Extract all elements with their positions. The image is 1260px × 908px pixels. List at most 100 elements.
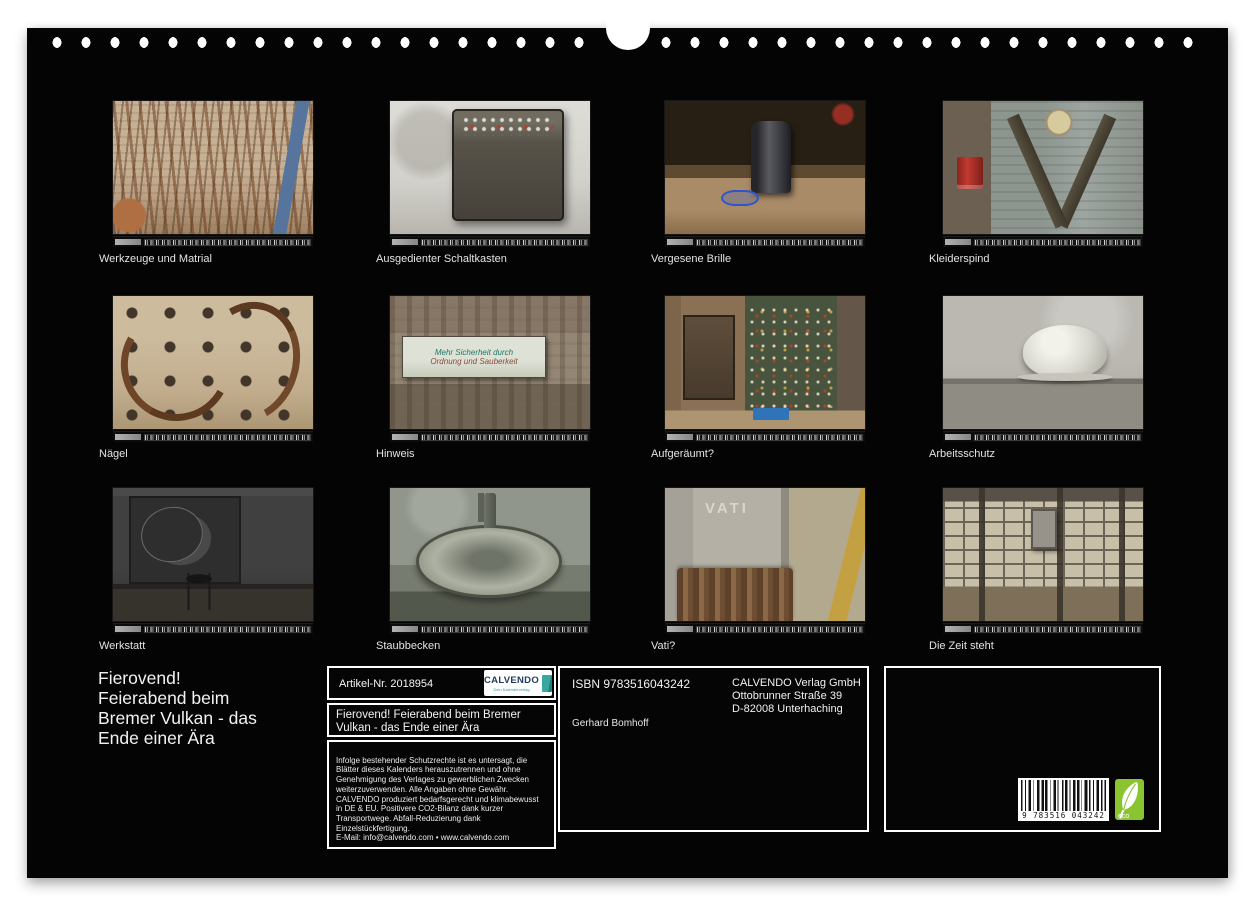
- thumbnail-caption: Werkstatt: [99, 640, 146, 652]
- calvendo-logo: CALVENDO Dein Kalenderverlag: [484, 670, 552, 696]
- thumbnail-photo-naegel: [113, 296, 313, 429]
- mini-calendar-strip: [665, 431, 865, 442]
- isbn-number: ISBN 9783516043242: [572, 677, 691, 691]
- mini-calendar-month-label: [115, 626, 141, 632]
- calvendo-logo-icon: [542, 674, 552, 692]
- mini-calendar-month-label: [115, 434, 141, 440]
- calendar-thumbnail: Werkstatt: [99, 488, 313, 652]
- barcode-bars: [1021, 780, 1106, 811]
- barcode-box: 9 783516 043242 eco: [884, 666, 1161, 832]
- calendar-thumbnail: Nägel: [99, 296, 313, 460]
- cola-can: [957, 156, 983, 189]
- publisher-line: CALVENDO Verlag GmbH: [732, 677, 861, 689]
- mini-calendar-days: [974, 625, 1141, 633]
- mini-calendar-month-label: [667, 434, 693, 440]
- mini-calendar-days: [974, 238, 1141, 246]
- thumbnail-photo-werkstatt: [113, 488, 313, 621]
- barcode-digits: 9 783516 043242: [1022, 811, 1105, 820]
- thumbnail-photo-hinweis: Mehr Sicherheit durch Ordnung und Sauber…: [390, 296, 590, 429]
- mini-calendar-strip: [665, 236, 865, 247]
- calendar-title-line: Ende einer Ära: [98, 728, 215, 748]
- thumbnail-caption: Hinweis: [376, 448, 415, 460]
- mini-calendar-strip: [113, 431, 313, 442]
- calvendo-logo-text: CALVENDO Dein Kalenderverlag: [484, 675, 539, 692]
- title-section: Fierovend! Feierabend beim Bremer Vulkan…: [327, 703, 556, 737]
- calendar-thumbnail: Ausgedienter Schaltkasten: [376, 101, 590, 265]
- mini-calendar-strip: [943, 431, 1143, 442]
- calendar-title-line: Fierovend!: [98, 668, 181, 688]
- info-box: Artikel-Nr. 2018954 CALVENDO Dein Kalend…: [327, 666, 556, 850]
- thumbnail-caption: Kleiderspind: [929, 253, 990, 265]
- calendar-thumbnail: Die Zeit steht: [929, 488, 1143, 652]
- mini-calendar-days: [144, 238, 311, 246]
- mini-calendar-days: [421, 238, 588, 246]
- mini-calendar-days: [696, 625, 863, 633]
- eco-label: eco: [1118, 813, 1130, 820]
- author-name: Gerhard Bomhoff: [572, 718, 649, 729]
- mini-calendar-days: [696, 433, 863, 441]
- calvendo-logo-wordmark: CALVENDO: [484, 674, 540, 686]
- calvendo-logo-tagline: Dein Kalenderverlag: [493, 686, 530, 692]
- thumbnail-caption: Vati?: [651, 640, 676, 652]
- calendar-title-line: Feierabend beim: [98, 688, 230, 708]
- thumbnail-caption: Aufgeräumt?: [651, 448, 714, 460]
- thumbnail-photo-werkzeuge: [113, 101, 313, 234]
- mini-calendar-strip: [113, 236, 313, 247]
- thumbnail-caption: Vergesene Brille: [651, 253, 732, 265]
- mini-calendar-strip: [943, 236, 1143, 247]
- article-number: Artikel-Nr. 2018954: [339, 678, 434, 690]
- thumbnail-caption: Die Zeit steht: [929, 640, 994, 652]
- article-number-section: Artikel-Nr. 2018954 CALVENDO Dein Kalend…: [327, 666, 556, 700]
- mini-calendar-days: [144, 625, 311, 633]
- thumbnail-caption: Arbeitsschutz: [929, 448, 996, 460]
- publisher-line: Ottobrunner Straße 39: [732, 690, 843, 702]
- mini-calendar-strip: [390, 236, 590, 247]
- mini-calendar-month-label: [392, 239, 418, 245]
- vati-inscription: VATI: [705, 499, 749, 517]
- thumbnail-photo-schaltkasten: [390, 101, 590, 234]
- thumbnail-photo-vati: VATI: [665, 488, 865, 621]
- thumbnail-caption: Nägel: [99, 448, 128, 460]
- thumbnail-photo-kleiderspind: [943, 101, 1143, 234]
- mini-calendar-month-label: [945, 626, 971, 632]
- publisher-address: CALVENDO Verlag GmbH Ottobrunner Straße …: [732, 677, 861, 716]
- mini-calendar-strip: [390, 623, 590, 634]
- sign-text-line2: Ordnung und Sauberkeit: [430, 357, 518, 367]
- legal-text: Infolge bestehender Schutzrechte ist es …: [336, 755, 539, 843]
- mini-calendar-month-label: [115, 239, 141, 245]
- calendar-back-page: Werkzeuge und Matrial Ausgedienter Schal…: [27, 6, 1228, 878]
- mini-calendar-month-label: [667, 239, 693, 245]
- thumbnail-caption: Staubbecken: [376, 640, 441, 652]
- calendar-thumbnail: Arbeitsschutz: [929, 296, 1143, 460]
- mini-calendar-strip: [113, 623, 313, 634]
- mini-calendar-days: [421, 433, 588, 441]
- calendar-thumbnail: VATI Vati?: [651, 488, 865, 652]
- mini-calendar-days: [144, 433, 311, 441]
- mini-calendar-days: [696, 238, 863, 246]
- thumbnail-caption: Ausgedienter Schaltkasten: [376, 253, 507, 265]
- hanger-hole: [605, 6, 650, 50]
- mini-calendar-days: [421, 625, 588, 633]
- thumbnail-caption: Werkzeuge und Matrial: [99, 253, 212, 265]
- thumbnail-photo-brille: [665, 101, 865, 234]
- mini-calendar-days: [974, 433, 1141, 441]
- mini-calendar-month-label: [945, 239, 971, 245]
- ean-barcode: 9 783516 043242: [1018, 778, 1109, 821]
- calendar-thumbnail: Aufgeräumt?: [651, 296, 865, 460]
- mini-calendar-strip: [943, 623, 1143, 634]
- thumbnail-photo-zeit: [943, 488, 1143, 621]
- calendar-thumbnail: Kleiderspind: [929, 101, 1143, 265]
- pipes: [677, 567, 793, 621]
- legal-section: Infolge bestehender Schutzrechte ist es …: [327, 740, 556, 850]
- calendar-thumbnail: Vergesene Brille: [651, 101, 865, 265]
- sign-text-line1: Mehr Sicherheit durch: [434, 347, 514, 357]
- calendar-thumbnail: Staubbecken: [376, 488, 590, 652]
- thumbnail-photo-arbeitsschutz: [943, 296, 1143, 429]
- calendar-title: Fierovend! Feierabend beim Bremer Vulkan…: [98, 668, 257, 748]
- thumbnail-photo-staubbecken: [390, 488, 590, 621]
- safety-sign: Mehr Sicherheit durch Ordnung und Sauber…: [402, 335, 546, 379]
- info-box-title: Fierovend! Feierabend beim Bremer Vulkan…: [336, 709, 521, 734]
- mini-calendar-strip: [665, 623, 865, 634]
- mini-calendar-month-label: [945, 434, 971, 440]
- calendar-thumbnail: Werkzeuge und Matrial: [99, 101, 313, 265]
